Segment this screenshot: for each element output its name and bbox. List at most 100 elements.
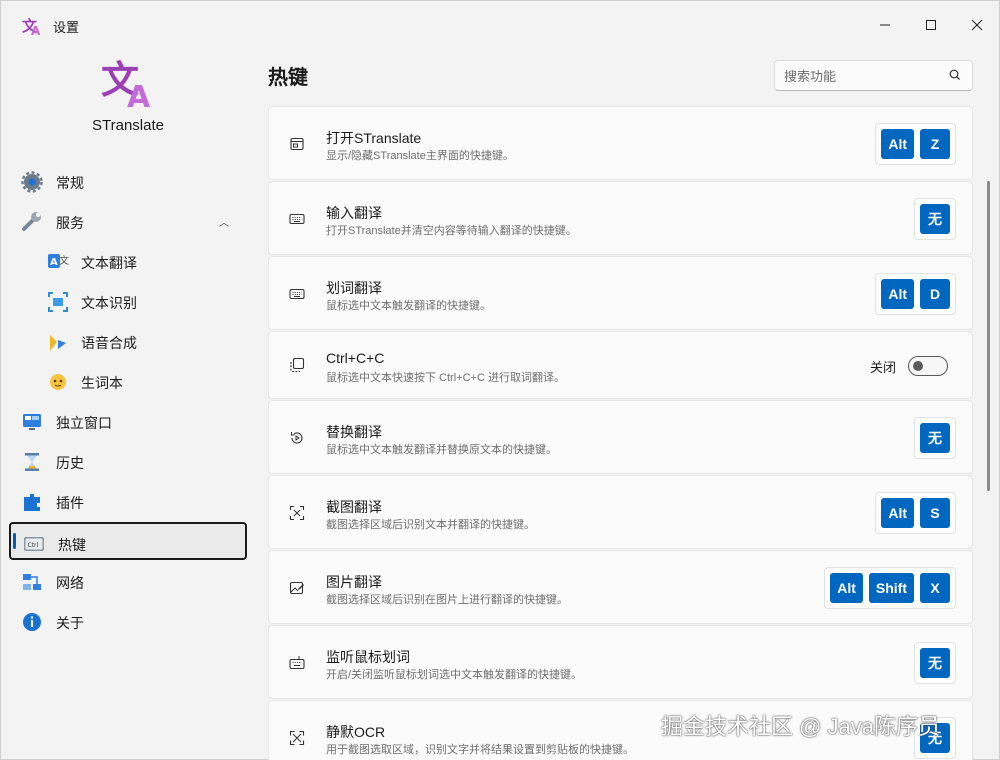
settings-window: 文 A 设置 文 A STranslate 常规 服务 ︿ A文 文本翻译 文本… <box>0 0 1000 760</box>
row-description: 鼠标选中文本触发翻译的快捷键。 <box>326 300 491 312</box>
key-cap: X <box>920 573 950 603</box>
row-title: 静默OCR <box>326 724 386 740</box>
watermark: 掘金技术社区 @ Java陈序员 <box>661 714 941 739</box>
close-icon <box>971 19 983 31</box>
row-title: Ctrl+C+C <box>326 350 385 366</box>
row-description: 用于截图选取区域，识别文字并将结果设置到剪贴板的快捷键。 <box>326 744 634 756</box>
screenshot-icon <box>289 505 305 521</box>
hotkey-setter[interactable]: Alt S <box>875 492 956 534</box>
keyboard-icon <box>289 213 305 225</box>
hotkey-row-open: 打开STranslate 显示/隐藏STranslate主界面的快捷键。 Alt… <box>268 106 973 180</box>
key-cap: Alt <box>881 279 914 309</box>
sidebar-item-label: 插件 <box>56 495 84 511</box>
svg-text:A: A <box>31 24 41 37</box>
sidebar-item-history[interactable]: 历史 <box>9 442 247 480</box>
ctrl-key-icon: Ctrl <box>24 537 44 551</box>
sidebar-item-about[interactable]: 关于 <box>9 602 247 640</box>
key-cap: 无 <box>920 204 950 234</box>
sidebar-item-network[interactable]: 网络 <box>9 562 247 600</box>
row-description: 截图选择区域后识别在图片上进行翻译的快捷键。 <box>326 594 568 606</box>
toggle-knob <box>913 361 923 371</box>
row-title: 替换翻译 <box>326 424 382 440</box>
ocr-icon <box>48 292 68 312</box>
search-input[interactable] <box>784 66 944 86</box>
active-indicator <box>13 533 16 549</box>
hotkey-setter[interactable]: Alt Shift X <box>824 567 956 609</box>
sidebar-item-general[interactable]: 常规 <box>9 162 247 200</box>
maximize-icon <box>926 20 936 30</box>
svg-text:A: A <box>127 80 151 113</box>
toggle-switch[interactable] <box>908 356 948 376</box>
search-icon[interactable] <box>948 68 962 82</box>
sidebar-item-label: 服务 <box>56 215 84 231</box>
gear-icon <box>21 171 43 193</box>
sidebar-item-services[interactable]: 服务 ︿ <box>9 202 247 240</box>
hotkey-row-ctrl-c-c: Ctrl+C+C 鼠标选中文本快速按下 Ctrl+C+C 进行取词翻译。 关闭 <box>268 331 973 399</box>
window-icon <box>290 137 304 151</box>
hotkey-row-input-translate: 输入翻译 打开STranslate并清空内容等待输入翻译的快捷键。 无 <box>268 181 973 255</box>
sidebar-item-plugins[interactable]: 插件 <box>9 482 247 520</box>
sidebar-item-hotkeys[interactable]: Ctrl 热键 <box>9 522 247 560</box>
hotkey-setter[interactable]: 无 <box>914 417 956 459</box>
chevron-up-icon[interactable]: ︿ <box>219 214 229 229</box>
keyboard-icon <box>289 288 305 300</box>
row-description: 显示/隐藏STranslate主界面的快捷键。 <box>326 150 514 162</box>
image-edit-icon <box>289 581 304 595</box>
svg-text:Ctrl: Ctrl <box>28 542 39 549</box>
hotkey-row-screenshot-translate: 截图翻译 截图选择区域后识别文本并翻译的快捷键。 Alt S <box>268 475 973 549</box>
key-cap: Alt <box>881 498 914 528</box>
ctrl-c-c-switch[interactable]: 关闭 <box>870 356 948 376</box>
key-cap: Shift <box>868 573 914 603</box>
sidebar-item-label: 文本识别 <box>81 295 137 311</box>
title-bar: 文 A 设置 <box>1 1 1000 49</box>
scrollbar[interactable] <box>987 181 990 491</box>
sidebar-item-label: 关于 <box>56 615 84 631</box>
sidebar-item-tts[interactable]: 语音合成 <box>9 322 247 360</box>
hotkey-setter[interactable]: Alt D <box>875 273 956 315</box>
hotkey-row-mouse-selection: 监听鼠标划词 开启/关闭监听鼠标划词选中文本触发翻译的快捷键。 无 <box>268 625 973 699</box>
svg-text:文: 文 <box>59 254 69 267</box>
row-title: 图片翻译 <box>326 574 382 590</box>
row-title: 截图翻译 <box>326 499 382 515</box>
close-button[interactable] <box>965 13 989 37</box>
sidebar-item-standalone-window[interactable]: 独立窗口 <box>9 402 247 440</box>
sidebar-item-label: 热键 <box>58 537 86 553</box>
sidebar-item-label: 独立窗口 <box>56 415 112 431</box>
key-cap: S <box>920 498 950 528</box>
key-cap: 无 <box>920 423 950 453</box>
search-box <box>774 60 973 91</box>
network-icon <box>23 574 41 590</box>
maximize-button[interactable] <box>919 13 943 37</box>
svg-text:A: A <box>50 257 58 268</box>
sidebar-item-label: 文本翻译 <box>81 255 137 271</box>
vocabulary-icon <box>50 374 66 390</box>
hotkey-setter[interactable]: 无 <box>914 642 956 684</box>
wrench-icon <box>22 212 41 231</box>
brand-name: STranslate <box>92 117 164 134</box>
hotkey-row-replace-translate: 替换翻译 鼠标选中文本触发翻译并替换原文本的快捷键。 无 <box>268 400 973 474</box>
sidebar-item-text-translate[interactable]: A文 文本翻译 <box>9 242 247 280</box>
sidebar-item-ocr[interactable]: 文本识别 <box>9 282 247 320</box>
key-cap: Alt <box>830 573 863 603</box>
text-translate-icon: A文 <box>48 254 69 268</box>
row-title: 划词翻译 <box>326 280 382 296</box>
sidebar-item-label: 历史 <box>56 455 84 471</box>
minimize-button[interactable] <box>873 13 897 37</box>
hotkey-setter[interactable]: 无 <box>914 198 956 240</box>
key-cap: 无 <box>920 648 950 678</box>
hotkey-row-image-translate: 图片翻译 截图选择区域后识别在图片上进行翻译的快捷键。 Alt Shift X <box>268 550 973 624</box>
hotkey-list: 打开STranslate 显示/隐藏STranslate主界面的快捷键。 Alt… <box>268 106 974 760</box>
key-cap: Alt <box>881 129 914 159</box>
mouse-keyboard-icon <box>289 656 305 670</box>
hotkey-setter[interactable]: Alt Z <box>875 123 956 165</box>
key-cap: D <box>920 279 950 309</box>
tts-icon <box>50 335 66 351</box>
row-title: 输入翻译 <box>326 205 382 221</box>
sidebar-item-vocabulary[interactable]: 生词本 <box>9 362 247 400</box>
sidebar-item-label: 网络 <box>56 575 84 591</box>
page-title: 热键 <box>268 67 308 89</box>
row-description: 鼠标选中文本快速按下 Ctrl+C+C 进行取词翻译。 <box>326 372 565 384</box>
copy-icon <box>290 357 305 373</box>
info-icon <box>23 613 41 631</box>
row-description: 截图选择区域后识别文本并翻译的快捷键。 <box>326 519 535 531</box>
